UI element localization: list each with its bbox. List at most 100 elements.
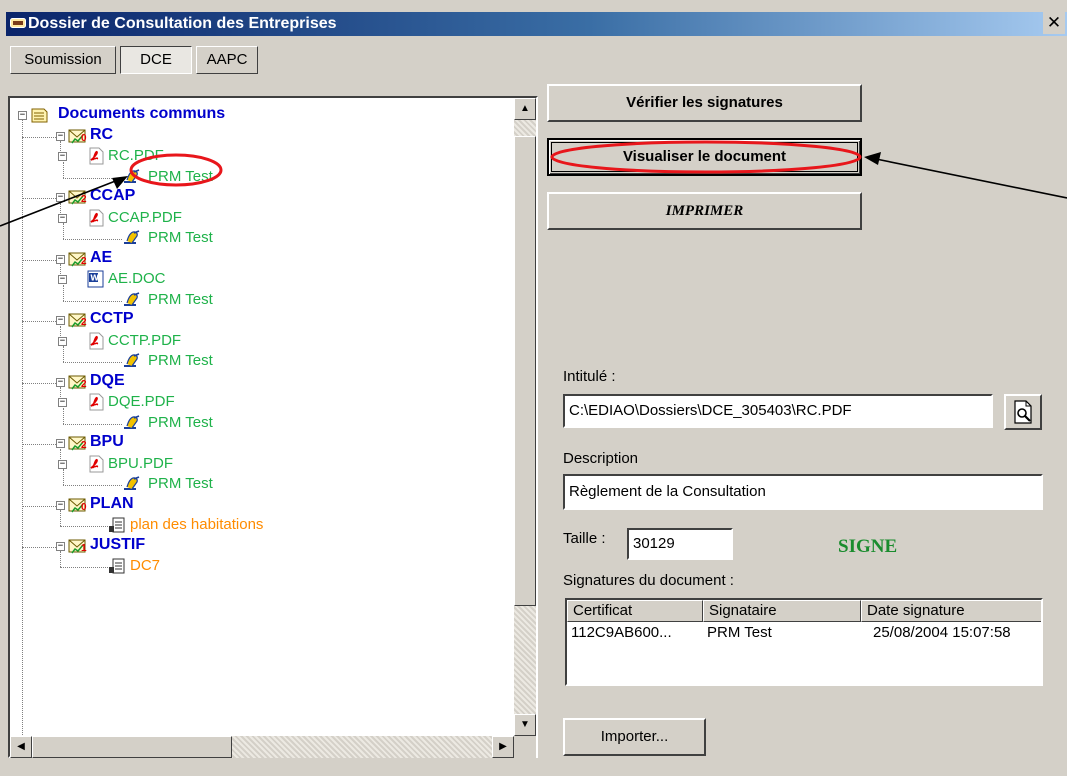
document-icon (109, 558, 125, 574)
group-expander[interactable]: − (56, 316, 65, 325)
tree-file[interactable]: CCAP.PDF (108, 209, 182, 226)
document-icon (109, 517, 125, 533)
tree-line (60, 510, 61, 526)
title-bar: Dossier de Consultation des Entreprises … (6, 12, 1067, 36)
tree-file[interactable]: DQE.PDF (108, 393, 175, 410)
tree-group-dqe[interactable]: DQE (90, 372, 125, 390)
tree-line (63, 161, 64, 178)
tree-file[interactable]: AE.DOC (108, 270, 166, 287)
group-expander[interactable]: − (56, 377, 65, 387)
tree-group-justif[interactable]: JUSTIF (90, 536, 145, 554)
group-expander[interactable]: − (56, 131, 65, 141)
signatures-table[interactable]: Certificat Signataire Date signature 112… (565, 598, 1043, 686)
tree-signer[interactable]: PRM Test (148, 291, 213, 308)
tree-group-ccap[interactable]: CCAP (90, 187, 135, 205)
scroll-corner (514, 736, 536, 758)
cell-certificat[interactable]: 112C9AB600... (571, 624, 672, 641)
signature-icon (124, 230, 140, 244)
tree-signer[interactable]: PRM Test (148, 229, 213, 246)
tree-file[interactable]: RC.PDF (108, 147, 164, 164)
file-expander[interactable]: − (58, 152, 67, 161)
description-label: Description (563, 450, 639, 467)
file-expander[interactable]: − (58, 398, 67, 407)
pdf-icon (89, 393, 104, 411)
group-expander[interactable]: − (56, 500, 65, 510)
app-icon (10, 18, 26, 28)
envelope-badge: 2 (81, 378, 87, 390)
column-header-certificat[interactable]: Certificat (567, 600, 703, 622)
group-expander[interactable]: − (56, 254, 65, 264)
envelope-badge: 1 (81, 542, 87, 554)
scroll-left-button[interactable]: ◀ (10, 736, 32, 758)
group-expander[interactable]: − (56, 193, 65, 202)
intitule-field[interactable]: C:\EDIAO\Dossiers\DCE_305403\RC.PDF (563, 394, 993, 428)
tree-line (63, 423, 122, 425)
group-expander[interactable]: − (56, 541, 65, 551)
tab-aapc[interactable]: AAPC (196, 46, 258, 74)
window-title: Dossier de Consultation des Entreprises (28, 15, 337, 32)
signature-icon (124, 414, 140, 429)
print-button[interactable]: IMPRIMER (547, 192, 862, 230)
file-expander[interactable]: − (58, 213, 67, 223)
tree-line (63, 346, 64, 362)
tree-signer[interactable]: PRM Test (148, 475, 213, 492)
envelope-badge: 2 (81, 194, 87, 205)
scroll-thumb[interactable] (514, 136, 536, 606)
scroll-up-button[interactable]: ▲ (514, 98, 536, 120)
tree-file[interactable]: DC7 (130, 557, 160, 574)
signature-status: SIGNE (838, 536, 898, 557)
browse-file-button[interactable] (1004, 394, 1042, 430)
tree-root-label[interactable]: Documents communs (58, 105, 225, 123)
close-button[interactable]: ✕ (1043, 12, 1065, 34)
envelope-badge: 2 (81, 440, 87, 451)
scroll-down-button[interactable]: ▼ (514, 714, 536, 736)
description-field[interactable]: Règlement de la Consultation (563, 474, 1043, 510)
file-expander[interactable]: − (58, 336, 67, 346)
cell-date[interactable]: 25/08/2004 15:07:58 (873, 624, 1011, 641)
tree-line (22, 505, 56, 507)
cell-signataire[interactable]: PRM Test (707, 624, 772, 641)
tree-group-bpu[interactable]: BPU (90, 433, 124, 451)
intitule-label: Intitulé : (563, 368, 616, 385)
tab-dce[interactable]: DCE (120, 46, 192, 74)
column-header-signataire[interactable]: Signataire (703, 600, 861, 622)
file-expander[interactable]: − (58, 275, 67, 284)
scroll-right-button[interactable]: ▶ (492, 736, 514, 758)
tree-line (63, 407, 64, 424)
signature-icon (124, 476, 140, 490)
import-button[interactable]: Importer... (563, 718, 706, 756)
tree-signer[interactable]: PRM Test (148, 168, 213, 185)
verify-signatures-button[interactable]: Vérifier les signatures (547, 84, 862, 122)
horizontal-scrollbar[interactable]: ◀ ▶ (10, 736, 514, 758)
vertical-scrollbar[interactable]: ▲ ▼ (514, 98, 536, 736)
tree-group-ae[interactable]: AE (90, 249, 112, 267)
document-tree[interactable]: − Documents communs −0 RC − RC.PDF PRM Test −2 C… (8, 96, 538, 758)
word-doc-icon: W (87, 270, 104, 288)
group-expander[interactable]: − (56, 439, 65, 448)
tree-line (22, 198, 56, 199)
tree-group-rc[interactable]: RC (90, 126, 113, 144)
pdf-icon (89, 209, 104, 226)
tree-group-plan[interactable]: PLAN (90, 495, 134, 513)
column-header-date[interactable]: Date signature (861, 600, 1041, 622)
tree-signer[interactable]: PRM Test (148, 414, 213, 431)
tree-line (22, 321, 56, 322)
view-document-button[interactable]: Visualiser le document (547, 138, 862, 176)
tree-line (63, 177, 122, 179)
taille-field[interactable]: 30129 (627, 528, 733, 560)
tree-group-cctp[interactable]: CCTP (90, 310, 134, 328)
root-expander[interactable]: − (18, 111, 27, 120)
tree-file[interactable]: plan des habitations (130, 516, 263, 533)
taille-label: Taille : (563, 530, 606, 547)
tree-line (63, 469, 64, 485)
tab-soumission[interactable]: Soumission (10, 46, 116, 74)
tree-signer[interactable]: PRM Test (148, 352, 213, 369)
tree-file[interactable]: BPU.PDF (108, 455, 173, 472)
envelope-badge: 2 (81, 317, 87, 328)
signature-icon (124, 168, 140, 183)
hscroll-thumb[interactable] (32, 736, 232, 758)
tree-file[interactable]: CCTP.PDF (108, 332, 181, 349)
file-expander[interactable]: − (58, 459, 67, 469)
tree-line (22, 136, 56, 138)
envelope-badge: 0 (81, 501, 87, 513)
